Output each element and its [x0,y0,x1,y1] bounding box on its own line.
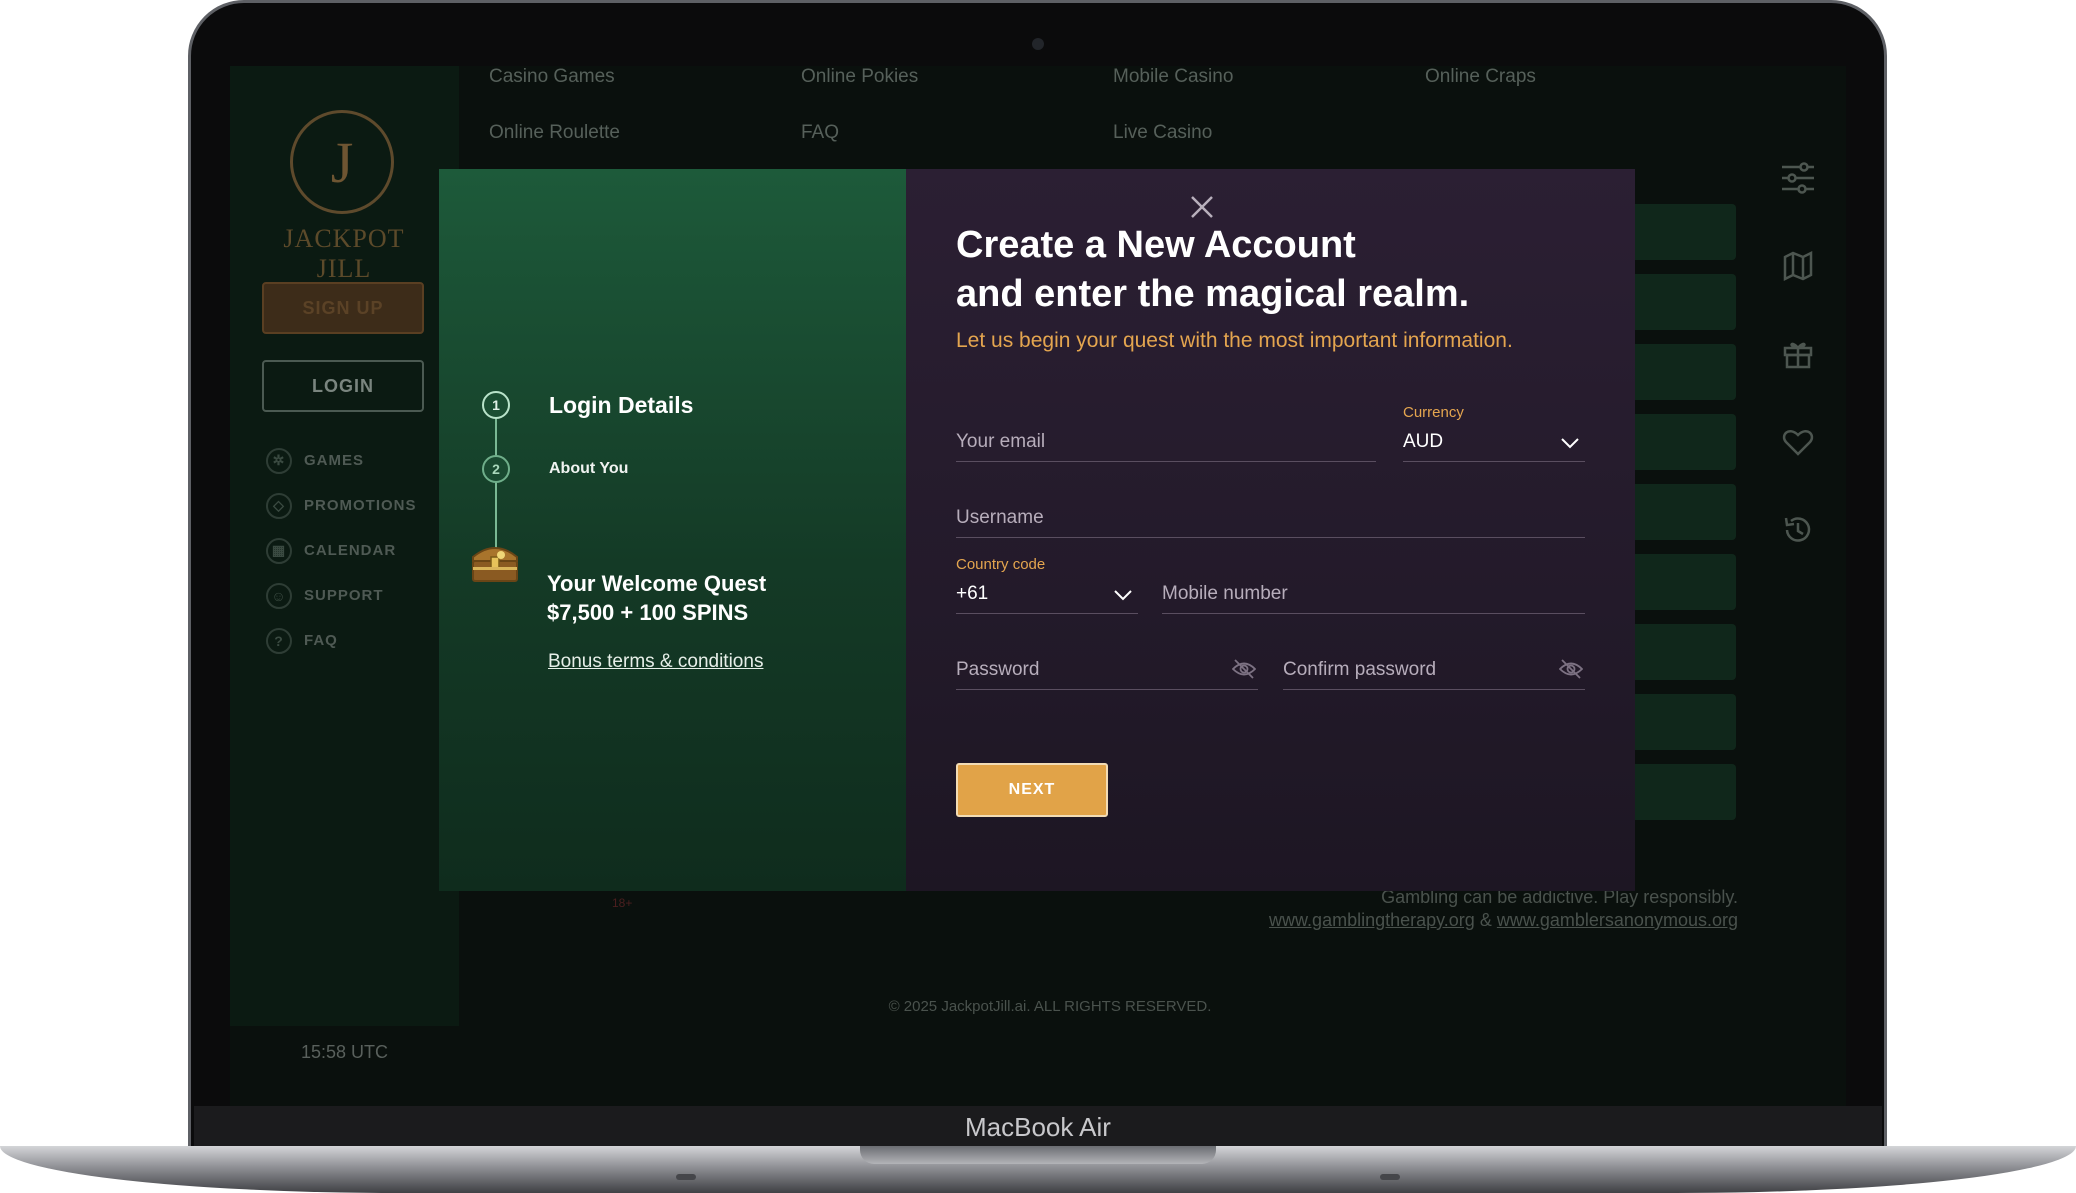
diamond-icon: ◇ [266,492,292,519]
sign-up-button[interactable]: SIGN UP [262,282,424,334]
camera-icon [1032,38,1044,50]
nav-link-faq[interactable]: FAQ [801,122,839,144]
bonus-terms-link[interactable]: Bonus terms & conditions [548,651,763,673]
eye-off-icon[interactable] [1232,659,1256,679]
map-icon[interactable] [1778,246,1818,286]
treasure-chest-icon [467,537,523,585]
password-placeholder: Password [956,659,1040,680]
modal-title-line-2: and enter the magical realm. [956,273,1470,315]
nav-link-mobile-casino[interactable]: Mobile Casino [1113,66,1233,88]
copyright: © 2025 JackpotJill.ai. ALL RIGHTS RESERV… [888,998,1212,1015]
sidebar-item-label: PROMOTIONS [304,497,417,514]
eye-off-icon[interactable] [1559,659,1583,679]
signup-modal: 1 Login Details 2 About You Your Welcome… [439,169,1635,891]
support-icon: ☺ [266,582,292,609]
nav-link-casino-games[interactable]: Casino Games [489,66,615,88]
nav-link-online-pokies[interactable]: Online Pokies [801,66,918,88]
chevron-down-icon [1114,590,1132,601]
modal-left-panel: 1 Login Details 2 About You Your Welcome… [439,169,906,891]
nav-link-online-craps[interactable]: Online Craps [1425,66,1536,88]
welcome-quest: Your Welcome Quest $7,500 + 100 SPINS [547,569,766,627]
age-badge: 18+ [612,896,633,910]
modal-subtitle: Let us begin your quest with the most im… [956,329,1513,352]
currency-label: Currency [1403,404,1464,421]
nav-link-live-casino[interactable]: Live Casino [1113,122,1212,144]
laptop-notch [860,1146,1216,1164]
step-1-label: Login Details [549,392,694,418]
username-field[interactable]: Username [956,492,1585,538]
gift-icon[interactable] [1778,334,1818,374]
confirm-password-field[interactable]: Confirm password [1283,644,1585,690]
modal-form-panel: Create a New Account and enter the magic… [906,169,1635,891]
sidebar-item-label: SUPPORT [304,587,384,604]
laptop-foot [676,1174,696,1180]
step-2-indicator: 2 [482,455,510,483]
welcome-quest-offer: $7,500 + 100 SPINS [547,600,749,625]
faq-icon: ? [266,627,292,654]
logo-text: JACKPOT JILL [283,224,405,283]
gear-icon: ✲ [266,447,292,474]
country-code-value: +61 [956,583,989,604]
device-label: MacBook Air [965,1112,1111,1142]
mobile-placeholder: Mobile number [1162,583,1288,604]
country-code-select[interactable]: Country code +61 [956,556,1138,614]
heart-icon[interactable] [1778,422,1818,462]
email-placeholder: Your email [956,431,1046,452]
currency-select[interactable]: Currency AUD [1403,404,1585,462]
calendar-icon: ▦ [266,537,292,564]
modal-title: Create a New Account and enter the magic… [956,221,1576,319]
username-placeholder: Username [956,507,1044,528]
sidebar-item-label: FAQ [304,632,338,649]
modal-title-line-1: Create a New Account [956,224,1356,266]
filter-icon[interactable] [1778,158,1818,198]
sidebar-item-faq[interactable]: ? FAQ [266,618,417,663]
confirm-password-placeholder: Confirm password [1283,659,1437,680]
sidebar-nav: ✲ GAMES ◇ PROMOTIONS ▦ CALENDAR ☺ SUPPORT ? F… [266,438,417,663]
close-icon[interactable] [1186,191,1218,223]
sidebar-item-label: GAMES [304,452,365,469]
logo[interactable]: J [290,110,394,214]
nav-link-online-roulette[interactable]: Online Roulette [489,122,620,144]
utc-clock: 15:58 UTC [300,1042,389,1062]
email-field[interactable]: Your email [956,416,1376,462]
sidebar: J JACKPOT JILL SIGN UP LOGIN ✲ GAMES ◇ PRO… [230,66,459,1062]
country-code-label: Country code [956,556,1046,573]
step-2-label: About You [549,460,629,477]
responsible-gambling: Gambling can be addictive. Play responsi… [1130,886,1738,932]
password-field[interactable]: Password [956,644,1258,690]
chevron-down-icon [1561,438,1579,449]
gambling-therapy-link[interactable]: www.gamblingtherapy.org [1269,910,1475,930]
welcome-quest-title: Your Welcome Quest [547,571,767,596]
macbook-mockup: J JACKPOT JILL SIGN UP LOGIN ✲ GAMES ◇ PRO… [0,0,2076,1193]
ampersand: & [1479,910,1492,930]
login-button[interactable]: LOGIN [262,360,424,412]
sidebar-item-calendar[interactable]: ▦ CALENDAR [266,528,417,573]
sidebar-item-label: CALENDAR [304,542,397,559]
currency-value: AUD [1403,431,1444,452]
laptop-foot [1380,1174,1400,1180]
logo-monogram: J [330,129,354,195]
mobile-number-field[interactable]: Mobile number [1162,568,1585,614]
sidebar-item-games[interactable]: ✲ GAMES [266,438,417,483]
step-connector [495,417,497,557]
step-1-indicator: 1 [482,391,510,419]
gamblers-anonymous-link[interactable]: www.gamblersanonymous.org [1497,910,1738,930]
history-icon[interactable] [1778,510,1818,550]
sidebar-item-promotions[interactable]: ◇ PROMOTIONS [266,483,417,528]
next-button[interactable]: NEXT [956,763,1108,817]
sidebar-item-support[interactable]: ☺ SUPPORT [266,573,417,618]
